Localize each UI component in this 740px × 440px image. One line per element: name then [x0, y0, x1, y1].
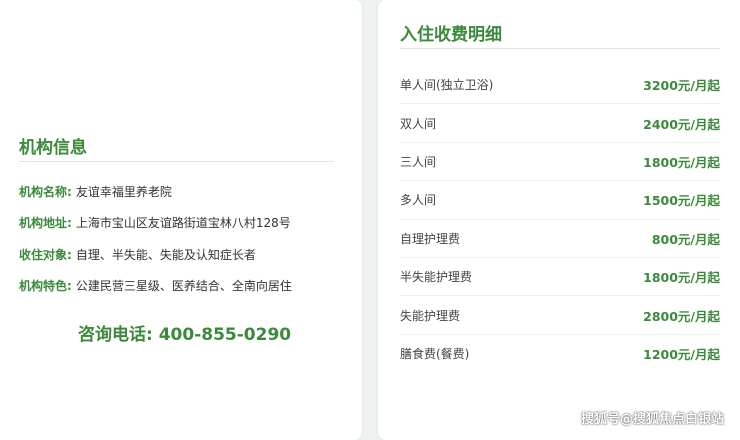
- fee-price: 1800元/月起: [643, 270, 720, 286]
- info-value: 友谊幸福里养老院: [75, 185, 172, 199]
- fee-price: 1500元/月起: [643, 193, 720, 209]
- fee-item: 双人间 2400元/月起: [400, 104, 720, 143]
- fee-name: 自理护理费: [400, 231, 461, 246]
- fee-price: 800元/月起: [651, 231, 720, 247]
- fee-list: 单人间(独立卫浴) 3200元/月起 双人间 2400元/月起 三人间 1800…: [400, 66, 720, 373]
- institution-info-title: 机构信息: [19, 138, 87, 158]
- fee-price: 2400元/月起: [643, 116, 720, 132]
- institution-info-card: 机构信息 机构名称: 友谊幸福里养老院 机构地址: 上海市宝山区友谊路街道宝林八村1…: [0, 0, 362, 440]
- title-divider: [19, 161, 334, 162]
- fee-name: 多人间: [400, 193, 437, 208]
- consult-phone[interactable]: 咨询电话: 400-855-0290: [78, 320, 291, 345]
- info-row-name: 机构名称: 友谊幸福里养老院: [19, 183, 172, 200]
- fee-item: 三人间 1800元/月起: [400, 143, 720, 182]
- fee-item: 单人间(独立卫浴) 3200元/月起: [400, 66, 720, 105]
- fee-detail-card: 入住收费明细 单人间(独立卫浴) 3200元/月起 双人间 2400元/月起 三…: [378, 0, 740, 440]
- info-row-features: 机构特色: 公建民营三星级、医养结合、全南向居住: [19, 277, 292, 294]
- fee-price: 1200元/月起: [643, 347, 720, 363]
- fee-name: 膳食费(餐费): [400, 347, 470, 362]
- info-label: 收住对象:: [19, 248, 72, 262]
- info-value: 自理、半失能、失能及认知症长者: [75, 248, 256, 262]
- info-label: 机构地址:: [19, 216, 72, 230]
- info-label: 机构特色:: [19, 279, 72, 293]
- info-label: 机构名称:: [19, 185, 72, 199]
- fee-name: 失能护理费: [400, 308, 461, 323]
- info-value: 上海市宝山区友谊路街道宝林八村128号: [75, 216, 291, 230]
- fee-item: 失能护理费 2800元/月起: [400, 296, 720, 335]
- fee-item: 多人间 1500元/月起: [400, 181, 720, 220]
- fee-price: 3200元/月起: [643, 78, 720, 94]
- title-divider: [400, 48, 720, 49]
- info-value: 公建民营三星级、医养结合、全南向居住: [75, 279, 292, 293]
- fee-name: 半失能护理费: [400, 270, 473, 285]
- fee-name: 双人间: [400, 116, 437, 131]
- fee-name: 三人间: [400, 154, 437, 169]
- fee-detail-title: 入住收费明细: [400, 25, 502, 45]
- fee-item: 自理护理费 800元/月起: [400, 220, 720, 258]
- info-row-address: 机构地址: 上海市宝山区友谊路街道宝林八村128号: [19, 214, 291, 231]
- fee-item: 半失能护理费 1800元/月起: [400, 258, 720, 297]
- fee-item: 膳食费(餐费) 1200元/月起: [400, 335, 720, 373]
- fee-price: 1800元/月起: [643, 154, 720, 170]
- fee-name: 单人间(独立卫浴): [400, 78, 494, 93]
- fee-price: 2800元/月起: [643, 308, 720, 324]
- info-row-target: 收住对象: 自理、半失能、失能及认知症长者: [19, 246, 256, 263]
- watermark-text: 搜狐号@搜狐焦点白银站: [580, 412, 724, 427]
